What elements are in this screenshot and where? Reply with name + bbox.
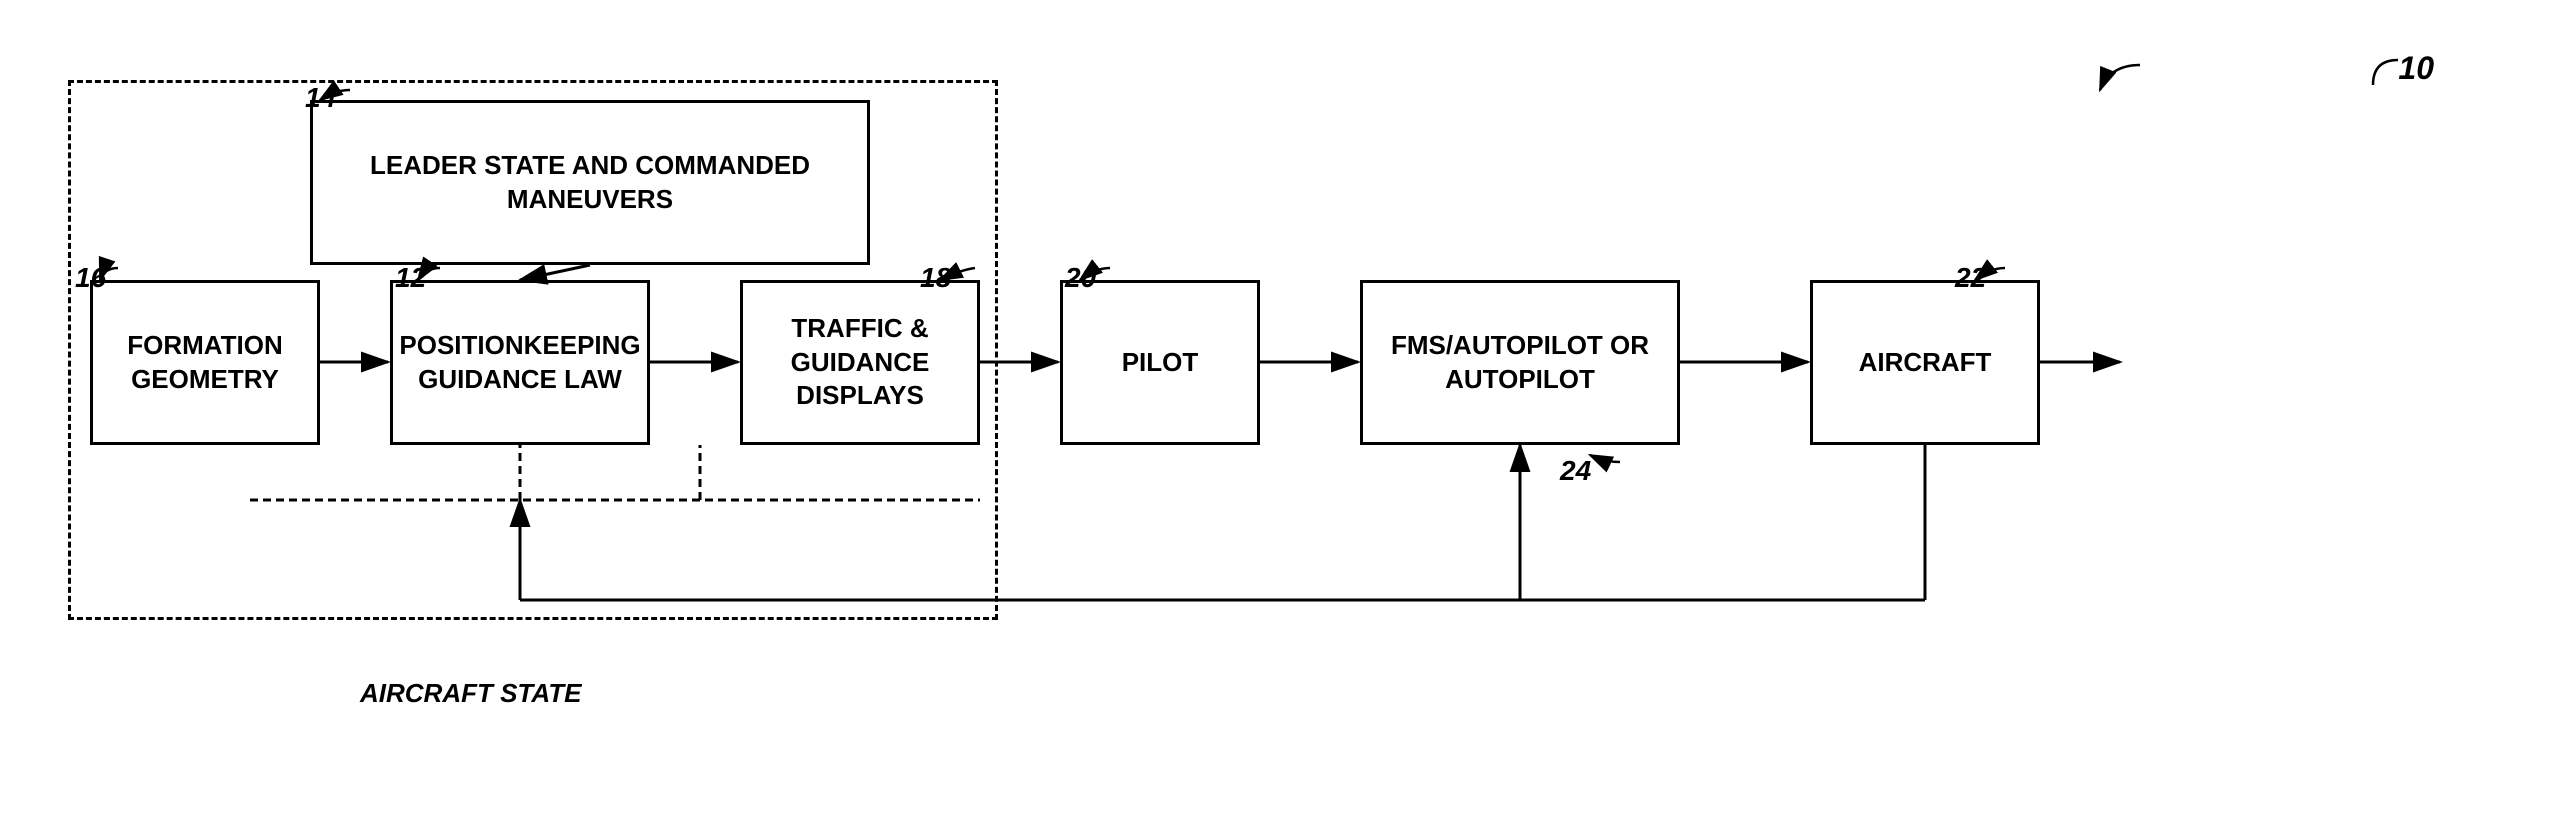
ref-18: 18	[920, 262, 951, 294]
fms-autopilot-block: FMS/AUTOPILOT OR AUTOPILOT	[1360, 280, 1680, 445]
positionkeeping-block: POSITIONKEEPING GUIDANCE LAW	[390, 280, 650, 445]
ref-14: 14	[305, 82, 336, 114]
diagram: 10 LEADER STATE AND COMMANDED MANEUVERS …	[0, 0, 2554, 819]
aircraft-state-label: AIRCRAFT STATE	[360, 678, 581, 709]
ref-12: 12	[395, 262, 426, 294]
ref-22: 22	[1955, 262, 1986, 294]
aircraft-block: AIRCRAFT	[1810, 280, 2040, 445]
pilot-block: PILOT	[1060, 280, 1260, 445]
ref-16: 16	[75, 262, 106, 294]
traffic-guidance-block: TRAFFIC & GUIDANCE DISPLAYS	[740, 280, 980, 445]
ref-10: 10	[2398, 50, 2434, 87]
ref-24: 24	[1560, 455, 1591, 487]
ref-20: 20	[1065, 262, 1096, 294]
formation-geometry-block: FORMATION GEOMETRY	[90, 280, 320, 445]
leader-state-block: LEADER STATE AND COMMANDED MANEUVERS	[310, 100, 870, 265]
